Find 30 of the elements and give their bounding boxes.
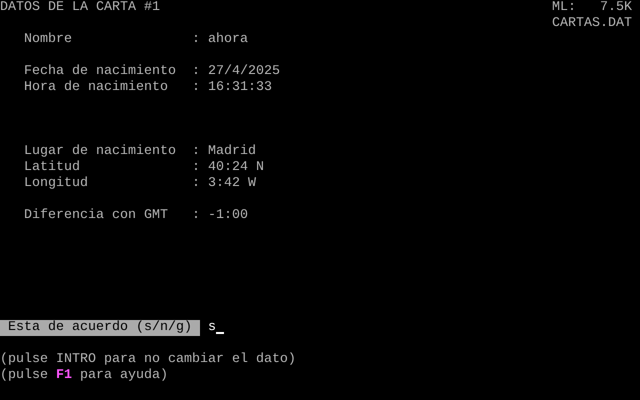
field-value: Madrid (208, 144, 256, 160)
prompt-label: Esta de acuerdo (s/n/g) (0, 320, 200, 336)
field-label: Fecha de nacimiento (24, 64, 177, 80)
memory-value: 7.5K (600, 0, 632, 16)
prompt-input[interactable]: s (208, 320, 216, 336)
text-cursor (216, 332, 224, 334)
screen-title: DATOS DE LA CARTA #1 (0, 0, 160, 17)
field-value: 3:42 W (208, 176, 256, 192)
field-label: Latitud (24, 160, 81, 176)
field-label: Diferencia con GMT (24, 208, 169, 224)
field-separator: : (192, 176, 201, 192)
field-label: Longitud (24, 176, 89, 192)
help-text: (pulse F1 para ayuda) (0, 368, 169, 384)
field-separator: : (192, 64, 201, 80)
field-value: -1:00 (208, 208, 248, 224)
field-label: Hora de nacimiento (24, 80, 169, 96)
field-separator: : (192, 208, 201, 224)
help-text: (pulse INTRO para no cambiar el dato) (0, 352, 297, 368)
memory-label: ML: (552, 0, 576, 16)
field-separator: : (192, 80, 201, 96)
field-label: Lugar de nacimiento (24, 144, 177, 160)
field-separator: : (192, 32, 201, 48)
field-value: 16:31:33 (208, 80, 272, 96)
field-value: ahora (208, 32, 248, 48)
field-value: 27/4/2025 (208, 64, 280, 80)
field-separator: : (192, 144, 201, 160)
file-name: CARTAS.DAT (552, 16, 632, 32)
field-label: Nombre (24, 32, 73, 48)
field-separator: : (192, 160, 201, 176)
field-value: 40:24 N (208, 160, 264, 176)
